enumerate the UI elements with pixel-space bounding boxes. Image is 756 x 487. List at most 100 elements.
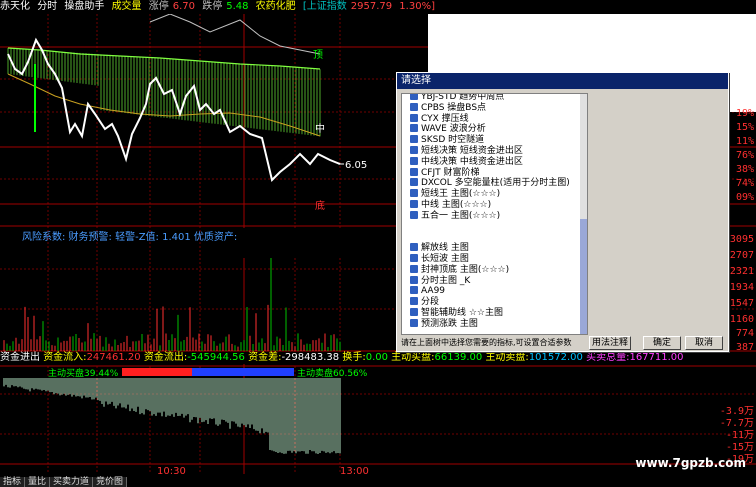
indicator-icon (410, 297, 418, 306)
diff-value: -298483.38 (281, 352, 340, 363)
limit-up-label: 涨停 (148, 1, 169, 12)
mid-label: 中 (315, 122, 325, 135)
indicator-icon (410, 146, 418, 154)
axis-label: 38% (735, 164, 754, 175)
axis-label: 09% (735, 192, 754, 203)
indicator-icon (410, 102, 418, 111)
helper-label: 操盘助手 (64, 1, 105, 12)
indicator-tree[interactable]: YBJ-STD 趋势中周点 CPBS 操盘BS点 CYX 撑压线 WAVE 波浪分析 S… (401, 93, 588, 335)
axis-label: 11% (735, 136, 754, 147)
sell-percent-label: 主动卖盘60.56% (297, 367, 368, 379)
usage-notes-button[interactable]: 用法注释 (589, 336, 631, 350)
price-value-label: 6.05 (345, 160, 367, 171)
watermark: www.7gpzb.com (635, 456, 746, 470)
axis-label: 76% (735, 150, 754, 161)
indicator-icon (410, 286, 418, 295)
axis-label: 3095 (729, 234, 754, 245)
fund-title: 资金进出 (0, 352, 40, 363)
indicator-item[interactable]: 短线王 主图(☆☆☆) (410, 189, 500, 199)
indicator-icon (410, 156, 418, 165)
risk-text: 风险系数: 财务预警: 轻警-Z值: 1.401 优质资产: (22, 232, 238, 243)
indicator-item[interactable]: SKSD 时空隧道 (410, 135, 484, 145)
ok-button[interactable]: 确定 (643, 336, 681, 350)
outflow-value: -545944.56 (187, 352, 245, 363)
buy-percent-label: 主动买盘39.44% (48, 367, 119, 379)
active-buy-label: 主动买盘: (391, 352, 435, 363)
indicator-icon (410, 135, 418, 144)
axis-label: 19% (735, 108, 754, 119)
total-value: 167711.00 (629, 352, 684, 363)
dialog-title[interactable]: 请选择 (397, 73, 728, 89)
indicator-icon (410, 243, 418, 252)
indicator-item[interactable]: 解放线 主图 (410, 243, 469, 253)
axis-label: 15% (735, 122, 754, 133)
indicator-item[interactable]: WAVE 波浪分析 (410, 124, 486, 134)
indicator-item[interactable]: 中线 主图(☆☆☆) (410, 200, 491, 210)
limit-down-value: 5.48 (226, 1, 249, 12)
indicator-item[interactable]: 五合一 主图(☆☆☆) (410, 210, 500, 221)
tab-volume-ratio[interactable]: 量比 (25, 477, 51, 487)
indicator-item[interactable]: 预测涨跌 主图 (410, 318, 478, 329)
index-value: 2957.79 (350, 1, 393, 12)
indicator-item[interactable]: 智能辅助线 ☆☆主图 (410, 308, 503, 318)
x-tick-1300: 13:00 (340, 466, 369, 477)
indicator-item[interactable]: 短线决策 短线资金进出区 (410, 146, 523, 156)
turnover-label: 换手: (342, 352, 366, 363)
indicator-icon (410, 167, 418, 176)
axis-label: 2707 (729, 250, 754, 261)
indicator-item[interactable]: DXCOL 多空能量柱(适用于分时主图) (410, 178, 570, 188)
money-flow-area (3, 378, 341, 454)
indicator-item[interactable]: YBJ-STD 趋势中周点 (410, 94, 504, 102)
axis-label: 1160 (729, 314, 754, 325)
indicator-item[interactable]: CPBS 操盘BS点 (410, 102, 486, 113)
cancel-button[interactable]: 取消 (685, 336, 723, 350)
diff-label: 资金差: (248, 352, 282, 363)
bottom-label: 底 (315, 199, 325, 212)
tab-auction[interactable]: 竞价图 (93, 477, 128, 487)
active-buy-value: 66139.00 (434, 352, 483, 363)
indicator-item[interactable]: AA99 (410, 286, 445, 296)
indicator-icon (410, 124, 418, 133)
indicator-item[interactable]: 中线决策 中线资金进出区 (410, 156, 523, 167)
indicator-icon (410, 200, 418, 208)
active-sell-label: 主动卖盘: (485, 352, 529, 363)
indicator-item[interactable]: 长短波 主图 (410, 254, 469, 264)
indicator-icon (410, 113, 418, 122)
limit-down-label: 跌停 (202, 1, 223, 12)
indicator-item[interactable]: 分时主图 _K (410, 275, 470, 286)
axis-label: 2321 (729, 266, 754, 277)
turnover-value: 0.00 (365, 352, 388, 363)
sector-label: 农药化肥 (255, 1, 296, 12)
sell-ratio-bar (192, 368, 294, 376)
chart-header: 赤天化 分时 操盘助手 成交量 涨停 6.70 跌停 5.48 农药化肥 [上证指数… (0, 0, 435, 14)
indicator-item[interactable]: CYX 撑压线 (410, 113, 469, 124)
total-label: 买卖总量: (586, 352, 630, 363)
buy-ratio-bar (122, 368, 192, 376)
indicator-icon (410, 254, 418, 262)
tree-scrollbar[interactable] (580, 94, 587, 334)
inflow-value: 247461.20 (86, 352, 141, 363)
active-sell-value: 101572.00 (528, 352, 583, 363)
volume-bars (3, 256, 341, 351)
limit-up-value: 6.70 (172, 1, 196, 12)
indicator-item[interactable]: 封神顶底 主图(☆☆☆) (410, 264, 509, 275)
dialog-hint: 请在上面树中选择您需要的指标,可设置合适参数 (401, 338, 572, 347)
indicator-item[interactable]: CFJT 财富阶梯 (410, 167, 479, 178)
fund-flow-bar: 资金进出 资金流入:247461.20 资金流出:-545944.56 资金差:… (0, 352, 756, 364)
x-tick-1030: 10:30 (157, 466, 186, 477)
tab-buy-sell-force[interactable]: 买卖力道 (50, 477, 94, 487)
stock-name: 赤天化 (0, 1, 30, 12)
bottom-tabs: 指标 量比 买卖力道 竞价图 (0, 477, 128, 487)
indicator-item[interactable]: 分段 (410, 297, 439, 307)
mode-label[interactable]: 分时 (37, 1, 57, 12)
outflow-label: 资金流出: (143, 352, 188, 363)
indicator-icon (410, 318, 418, 327)
axis-label: 1547 (729, 298, 754, 309)
index-label: [上证指数 (302, 1, 347, 12)
indicator-icon (410, 189, 418, 198)
inflow-label: 资金流入: (43, 352, 87, 363)
scroll-thumb[interactable] (580, 219, 587, 334)
tab-indicator[interactable]: 指标 (0, 477, 26, 487)
indicator-select-dialog[interactable]: 请选择 YBJ-STD 趋势中周点 CPBS 操盘BS点 CYX 撑压线 WAVE 波… (396, 72, 729, 352)
indicator-icon (410, 210, 418, 219)
